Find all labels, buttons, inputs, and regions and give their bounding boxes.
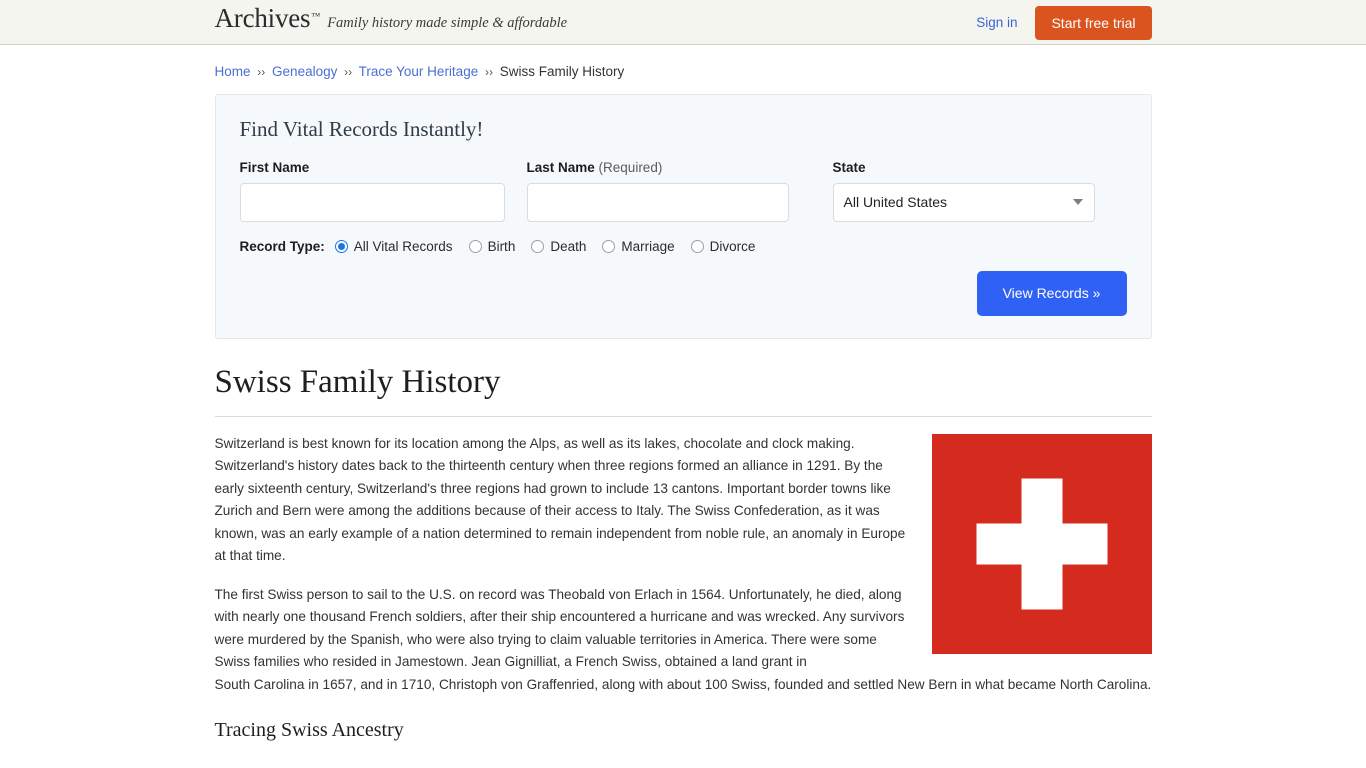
view-records-button-wrapper: View Records » [976,270,1127,316]
record-type-option-all-vital-records[interactable]: All Vital Records [334,238,453,254]
record-type-row: Record Type: All Vital Records Birth Dea… [240,239,1127,254]
swiss-flag-image [931,433,1152,654]
flag-cross-horizontal [976,523,1107,565]
last-name-required-note: (Required) [598,159,663,175]
brand-logo-text: Archives [214,3,311,33]
record-type-option-label: Birth [487,238,516,254]
breadcrumb-separator: ›› [257,65,266,79]
breadcrumb-item-home[interactable]: Home [215,64,251,79]
breadcrumb-separator: ›› [344,65,353,79]
site-header: Archives ™ Family history made simple & … [0,0,1366,45]
start-free-trial-button[interactable]: Start free trial [1035,5,1152,40]
record-type-option-label: Death [550,238,587,254]
breadcrumb-item-current: Swiss Family History [499,64,625,79]
radio-icon-divorce[interactable] [690,239,704,253]
breadcrumb-item-genealogy[interactable]: Genealogy [272,64,337,79]
page-container: Home ›› Genealogy ›› Trace Your Heritage… [214,45,1152,743]
article-body: Switzerland is best known for its locati… [215,417,1152,743]
site-header-inner: Archives ™ Family history made simple & … [215,0,1152,44]
trademark-icon: ™ [311,11,321,21]
last-name-label-text: Last Name [526,159,595,175]
brand-tagline: Family history made simple & affordable [327,15,568,31]
record-type-option-label: All Vital Records [353,238,453,254]
brand-logo-group[interactable]: Archives ™ Family history made simple & … [215,5,568,32]
article-paragraph-2: The first Swiss person to sail to the U.… [214,586,905,670]
last-name-input[interactable] [526,182,789,222]
record-type-option-label: Marriage [621,238,675,254]
first-name-label: First Name [239,159,310,175]
state-select-value: All United States [843,194,948,211]
article-paragraph-1: Switzerland is best known for its locati… [214,435,906,564]
header-actions: Sign in Start free trial [976,0,1152,45]
article-paragraph-2-continued: South Carolina in 1657, and in 1710, Chr… [214,676,1152,692]
breadcrumb-item-trace-your-heritage[interactable]: Trace Your Heritage [359,64,479,79]
record-type-label: Record Type: [239,238,325,254]
search-fields-row: First Name Last Name (Required) State Al… [239,159,1127,222]
view-records-button[interactable]: View Records » [976,270,1127,316]
state-select-wrapper: All United States [832,182,1095,222]
search-panel-title: Find Vital Records Instantly! [239,116,484,141]
last-name-label: Last Name (Required) [527,160,789,175]
article-subheading: Tracing Swiss Ancestry [214,719,404,742]
vital-records-search-panel: Find Vital Records Instantly! First Name… [214,93,1152,339]
record-type-option-death[interactable]: Death [531,239,586,254]
state-select[interactable]: All United States [832,182,1095,222]
record-type-option-birth[interactable]: Birth [468,238,516,254]
radio-icon-all-vital-records[interactable] [334,239,348,253]
radio-icon-birth[interactable] [468,239,482,253]
first-name-input[interactable] [239,182,505,222]
state-label: State [832,159,866,175]
state-field-group: State All United States [832,159,1095,222]
sign-in-link[interactable]: Sign in [976,15,1017,30]
breadcrumb: Home ›› Genealogy ›› Trace Your Heritage… [215,45,1152,81]
first-name-field-group: First Name [239,159,505,222]
record-type-option-label: Divorce [709,238,756,254]
record-type-option-divorce[interactable]: Divorce [690,238,756,254]
page-title: Swiss Family History [214,364,1152,417]
last-name-field-group: Last Name (Required) [526,160,789,222]
record-type-option-marriage[interactable]: Marriage [602,238,675,254]
radio-icon-marriage[interactable] [602,239,616,253]
breadcrumb-separator: ›› [484,65,493,79]
radio-icon-death[interactable] [531,239,545,253]
